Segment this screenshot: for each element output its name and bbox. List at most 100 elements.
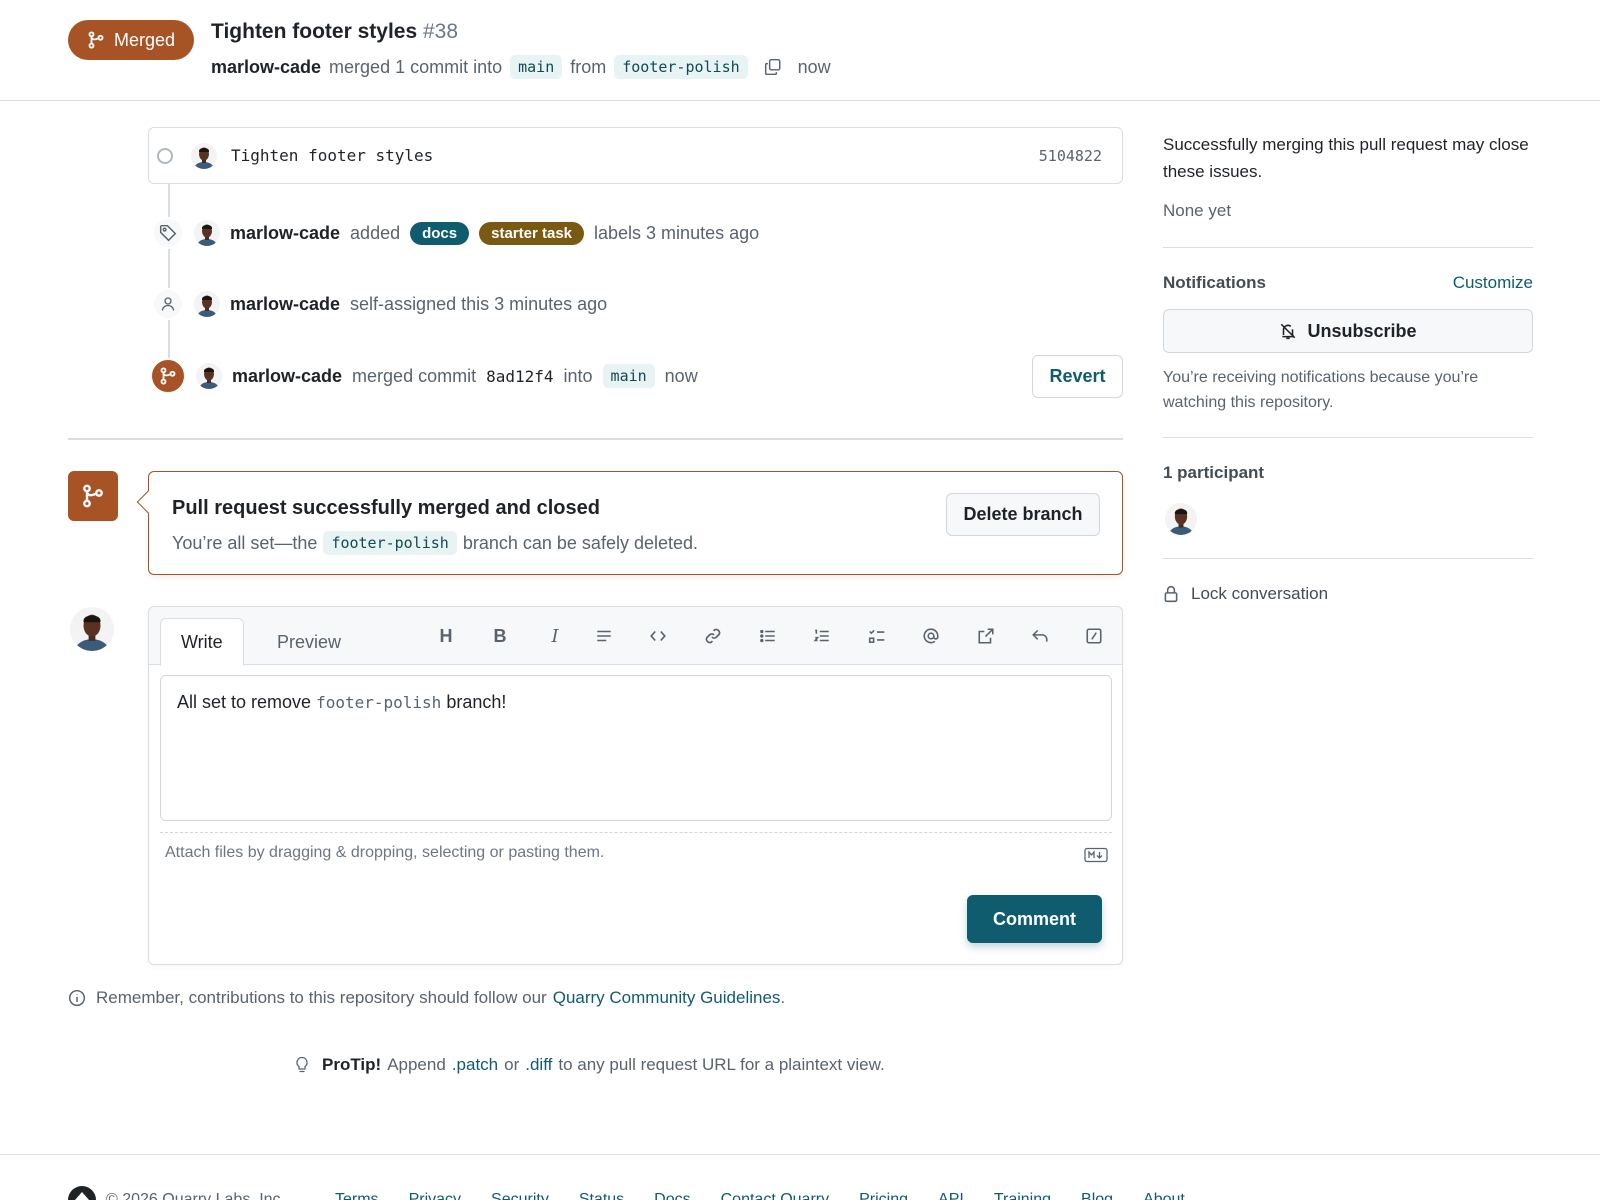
header-divider bbox=[0, 100, 1600, 101]
merged-state-badge: Merged bbox=[68, 20, 194, 60]
linked-issues-text: Successfully merging this pull request m… bbox=[1163, 135, 1529, 181]
footer-link-docs[interactable]: Docs bbox=[654, 1191, 690, 1200]
head-branch-pill[interactable]: footer-polish bbox=[614, 55, 748, 79]
slash-command-icon[interactable] bbox=[1079, 621, 1109, 651]
unsubscribe-button[interactable]: Unsubscribe bbox=[1163, 309, 1533, 353]
label-starter-task[interactable]: starter task bbox=[479, 221, 585, 245]
revert-button[interactable]: Revert bbox=[1032, 355, 1123, 398]
notifications-label: Notifications bbox=[1163, 273, 1266, 292]
footer-link-pricing[interactable]: Pricing bbox=[859, 1191, 908, 1200]
comment-textarea[interactable]: All set to remove footer-polish branch! bbox=[160, 675, 1112, 821]
comment-text-code: footer-polish bbox=[316, 693, 442, 712]
task-list-icon[interactable] bbox=[862, 621, 892, 651]
cross-reference-icon[interactable] bbox=[971, 621, 1001, 651]
labels-event: marlow-cade added docs starter task labe… bbox=[152, 217, 759, 249]
mention-icon[interactable] bbox=[916, 621, 946, 651]
sidebar-divider bbox=[1163, 558, 1533, 559]
avatar[interactable] bbox=[194, 220, 220, 246]
markdown-icon[interactable] bbox=[1084, 847, 1108, 868]
participant-avatar[interactable] bbox=[1165, 503, 1197, 535]
lock-conversation-link[interactable]: Lock conversation bbox=[1163, 584, 1533, 604]
comment-button[interactable]: Comment bbox=[967, 895, 1102, 943]
footer-link-blog[interactable]: Blog bbox=[1081, 1191, 1113, 1200]
event-user-link[interactable]: marlow-cade bbox=[230, 223, 340, 244]
base-branch-pill[interactable]: main bbox=[510, 55, 563, 79]
tab-preview[interactable]: Preview bbox=[257, 618, 361, 666]
pr-author-link[interactable]: marlow-cade bbox=[211, 57, 321, 78]
pr-merge-time: now bbox=[797, 56, 831, 77]
lock-icon bbox=[1164, 585, 1178, 603]
link-icon[interactable] bbox=[698, 621, 728, 651]
comment-editor: Write Preview H B I All set to remove fo… bbox=[148, 606, 1123, 965]
footer-link-contact[interactable]: Contact Quarry bbox=[721, 1191, 829, 1200]
copy-branch-icon[interactable] bbox=[764, 58, 782, 76]
protip-label: ProTip! bbox=[322, 1055, 382, 1074]
guidelines-end: . bbox=[780, 988, 786, 1007]
git-merge-icon bbox=[68, 471, 118, 521]
delete-branch-button[interactable]: Delete branch bbox=[946, 493, 1100, 536]
bold-icon[interactable]: B bbox=[485, 621, 515, 651]
pr-merged-text: merged 1 commit into bbox=[329, 56, 503, 77]
footer-link-status[interactable]: Status bbox=[579, 1191, 624, 1200]
unsubscribe-label: Unsubscribe bbox=[1307, 320, 1417, 341]
footer-link-api[interactable]: API bbox=[938, 1191, 964, 1200]
head-branch-pill[interactable]: footer-polish bbox=[323, 531, 457, 555]
avatar[interactable] bbox=[70, 607, 114, 651]
commit-row: Tighten footer styles 5104822 bbox=[148, 127, 1123, 184]
assign-event: marlow-cade self-assigned this 3 minutes… bbox=[152, 288, 607, 320]
quote-icon[interactable] bbox=[589, 621, 619, 651]
person-icon bbox=[152, 288, 184, 320]
footer-link-training[interactable]: Training bbox=[994, 1191, 1051, 1200]
reply-icon[interactable] bbox=[1025, 621, 1055, 651]
merged-status-desc: You’re all set—the footer-polish branch … bbox=[172, 531, 698, 555]
attach-files-hint[interactable]: Attach files by dragging & dropping, sel… bbox=[165, 844, 604, 862]
merge-commit-sha-link[interactable]: 8ad12f4 bbox=[486, 367, 553, 386]
footer-logo-icon[interactable] bbox=[68, 1186, 96, 1200]
event-text: self-assigned this 3 minutes ago bbox=[350, 293, 608, 314]
participants-label: 1 participant bbox=[1163, 463, 1265, 482]
avatar[interactable] bbox=[191, 142, 217, 169]
footer-link-security[interactable]: Security bbox=[491, 1191, 549, 1200]
commit-sha-link[interactable]: 5104822 bbox=[1039, 147, 1102, 165]
avatar[interactable] bbox=[194, 291, 220, 317]
event-action-text: added bbox=[350, 222, 401, 243]
event-user-link[interactable]: marlow-cade bbox=[232, 366, 342, 387]
italic-icon[interactable]: I bbox=[540, 621, 570, 651]
tab-write[interactable]: Write bbox=[160, 618, 244, 666]
code-icon[interactable] bbox=[643, 621, 673, 651]
numbered-list-icon[interactable] bbox=[807, 621, 837, 651]
git-merge-icon bbox=[88, 31, 104, 49]
bulleted-list-icon[interactable] bbox=[753, 621, 783, 651]
event-user-link[interactable]: marlow-cade bbox=[230, 294, 340, 315]
attach-divider bbox=[160, 832, 1112, 833]
heading-icon[interactable]: H bbox=[431, 621, 461, 651]
guidelines-link[interactable]: Quarry Community Guidelines bbox=[553, 988, 781, 1007]
git-merge-icon bbox=[150, 358, 186, 394]
protip-or: or bbox=[504, 1055, 520, 1074]
pr-title: Tighten footer styles #38 bbox=[211, 20, 458, 44]
protip-note: ProTip! Append .patch or .diff to any pu… bbox=[294, 1055, 885, 1075]
footer-link-privacy[interactable]: Privacy bbox=[409, 1191, 461, 1200]
merged-status-title: Pull request successfully merged and clo… bbox=[172, 497, 600, 519]
protip-text2: to any pull request URL for a plaintext … bbox=[558, 1055, 885, 1074]
pr-subtitle: marlow-cade merged 1 commit into main fr… bbox=[211, 55, 831, 79]
footer-link-terms[interactable]: Terms bbox=[335, 1191, 379, 1200]
guidelines-note: Remember, contributions to this reposito… bbox=[68, 988, 785, 1008]
commit-dot-icon bbox=[157, 148, 173, 164]
merged-status-box: Pull request successfully merged and clo… bbox=[148, 471, 1123, 575]
customize-link[interactable]: Customize bbox=[1453, 273, 1533, 293]
protip-text1: Append bbox=[387, 1055, 446, 1074]
label-docs[interactable]: docs bbox=[410, 221, 470, 245]
avatar[interactable] bbox=[196, 363, 222, 389]
patch-link[interactable]: .patch bbox=[452, 1055, 498, 1075]
merged-desc-before: You’re all set—the bbox=[172, 532, 318, 553]
diff-link[interactable]: .diff bbox=[525, 1055, 552, 1075]
comment-text-after: branch! bbox=[446, 692, 507, 712]
footer-link-about[interactable]: About bbox=[1143, 1191, 1185, 1200]
sidebar-divider bbox=[1163, 247, 1533, 248]
base-branch-pill[interactable]: main bbox=[602, 364, 655, 388]
commit-message-link[interactable]: Tighten footer styles bbox=[231, 146, 433, 165]
lock-conversation-label: Lock conversation bbox=[1191, 584, 1329, 603]
event-time-text: now bbox=[664, 365, 698, 386]
merged-state-label: Merged bbox=[113, 29, 176, 50]
